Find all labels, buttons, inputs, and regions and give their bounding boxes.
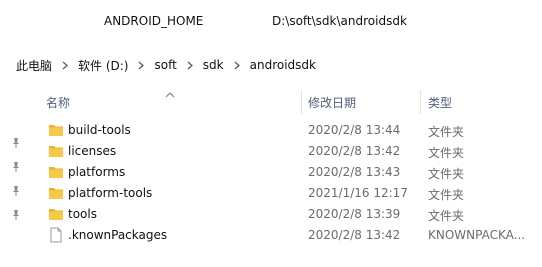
breadcrumb-soft[interactable]: soft: [148, 56, 182, 74]
folder-icon: [48, 206, 64, 222]
file-name: platforms: [68, 165, 126, 179]
list-item[interactable]: .knownPackages 2020/2/8 13:42 KNOWNPACKA…: [0, 225, 542, 246]
folder-icon: [48, 185, 64, 201]
chevron-right-icon[interactable]: [60, 61, 70, 70]
breadcrumb-sdk[interactable]: sdk: [197, 56, 230, 74]
folder-icon: [48, 143, 64, 159]
chevron-right-icon[interactable]: [185, 61, 195, 70]
list-item[interactable]: platforms 2020/2/8 13:43 文件夹: [0, 162, 542, 183]
env-variable-value: D:\soft\sdk\androidsdk: [272, 14, 407, 28]
file-date: 2020/2/8 13:44: [308, 123, 401, 137]
chevron-right-icon[interactable]: [232, 61, 242, 70]
file-name: tools: [68, 207, 97, 221]
file-type: 文件夹: [428, 146, 465, 160]
column-header-type[interactable]: 类型: [428, 94, 452, 111]
chevron-right-icon[interactable]: [136, 61, 146, 70]
column-header-name[interactable]: 名称: [46, 94, 70, 111]
env-variable-name: ANDROID_HOME: [104, 14, 204, 28]
file-date: 2020/2/8 13:43: [308, 165, 401, 179]
column-header-date[interactable]: 修改日期: [308, 94, 356, 111]
file-type: 文件夹: [428, 167, 465, 181]
list-item[interactable]: tools 2020/2/8 13:39 文件夹: [0, 204, 542, 225]
breadcrumb[interactable]: 此电脑 软件 (D:) soft sdk androidsdk: [12, 54, 322, 76]
file-name: build-tools: [68, 123, 131, 137]
file-icon: [48, 227, 64, 243]
file-date: 2021/1/16 12:17: [308, 186, 408, 200]
breadcrumb-this-pc[interactable]: 此电脑: [12, 55, 58, 76]
column-divider[interactable]: [301, 90, 302, 114]
env-variable-row: ANDROID_HOME D:\soft\sdk\androidsdk: [0, 10, 542, 34]
list-item[interactable]: platform-tools 2021/1/16 12:17 文件夹: [0, 183, 542, 204]
breadcrumb-androidsdk[interactable]: androidsdk: [244, 56, 322, 74]
column-header-row: 名称 修改日期 类型: [0, 88, 542, 114]
file-type: 文件夹: [428, 188, 465, 202]
file-name: .knownPackages: [68, 228, 168, 242]
folder-icon: [48, 164, 64, 180]
file-name: platform-tools: [68, 186, 153, 200]
file-date: 2020/2/8 13:39: [308, 207, 401, 221]
list-item[interactable]: build-tools 2020/2/8 13:44 文件夹: [0, 120, 542, 141]
file-date: 2020/2/8 13:42: [308, 144, 401, 158]
file-type: 文件夹: [428, 209, 465, 223]
folder-icon: [48, 122, 64, 138]
column-divider[interactable]: [420, 90, 421, 114]
breadcrumb-drive-d[interactable]: 软件 (D:): [72, 55, 134, 76]
file-name: licenses: [68, 144, 117, 158]
list-item[interactable]: licenses 2020/2/8 13:42 文件夹: [0, 141, 542, 162]
file-type: KNOWNPACKA...: [428, 228, 526, 242]
file-type: 文件夹: [428, 125, 465, 139]
file-date: 2020/2/8 13:42: [308, 228, 401, 242]
